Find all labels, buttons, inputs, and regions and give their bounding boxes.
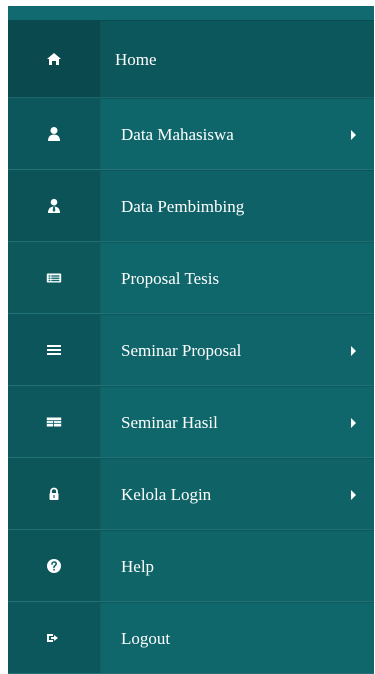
sidebar-item-label: Home [115, 49, 157, 69]
sidebar-item-label: Logout [121, 628, 171, 648]
sidebar-item-label: Help [121, 556, 155, 576]
sidebar-item-data-pembimbing[interactable]: Data Pembimbing [8, 170, 374, 242]
sidebar-icon-column [8, 315, 101, 385]
sidebar-icon-column [8, 459, 101, 529]
chevron-right-icon [351, 130, 356, 140]
sidebar-icon-column [8, 99, 101, 169]
sidebar-menu-list: Home Data Mahasiswa Data Pembimbing Prop… [8, 20, 374, 674]
lock-icon [45, 485, 63, 503]
sidebar-item-seminar-proposal[interactable]: Seminar Proposal [8, 314, 374, 386]
chevron-right-icon [351, 346, 356, 356]
user-tie-icon [45, 197, 63, 215]
sidebar-item-label: Proposal Tesis [121, 268, 220, 288]
sidebar-item-home[interactable]: Home [8, 20, 374, 98]
sidebar-item-logout[interactable]: Logout [8, 602, 374, 674]
sidebar-item-data-mahasiswa[interactable]: Data Mahasiswa [8, 98, 374, 170]
sidebar-item-kelola-login[interactable]: Kelola Login [8, 458, 374, 530]
sidebar-icon-column [8, 387, 101, 457]
help-icon [45, 557, 63, 575]
sidebar-menu: Home Data Mahasiswa Data Pembimbing Prop… [8, 6, 374, 674]
sidebar-icon-column [8, 531, 101, 601]
sidebar-item-seminar-hasil[interactable]: Seminar Hasil [8, 386, 374, 458]
user-icon [45, 125, 63, 143]
chevron-right-icon [351, 490, 356, 500]
sidebar-icon-column [8, 603, 101, 673]
sidebar-item-label: Seminar Hasil [121, 412, 218, 432]
sidebar-icon-column [8, 171, 101, 241]
sidebar-item-proposal-tesis[interactable]: Proposal Tesis [8, 242, 374, 314]
sidebar-item-label: Kelola Login [121, 484, 212, 504]
sidebar-item-label: Data Pembimbing [121, 196, 245, 216]
list-card-icon [45, 269, 63, 287]
sidebar-item-help[interactable]: Help [8, 530, 374, 602]
home-icon [45, 50, 63, 68]
sidebar-top-bar [8, 6, 374, 20]
chevron-right-icon [351, 418, 356, 428]
sidebar-icon-column [8, 21, 101, 97]
table-icon [45, 413, 63, 431]
sidebar-icon-column [8, 243, 101, 313]
logout-icon [45, 629, 63, 647]
menu-bars-icon [45, 341, 63, 359]
sidebar-item-label: Data Mahasiswa [121, 124, 234, 144]
sidebar-item-label: Seminar Proposal [121, 340, 242, 360]
